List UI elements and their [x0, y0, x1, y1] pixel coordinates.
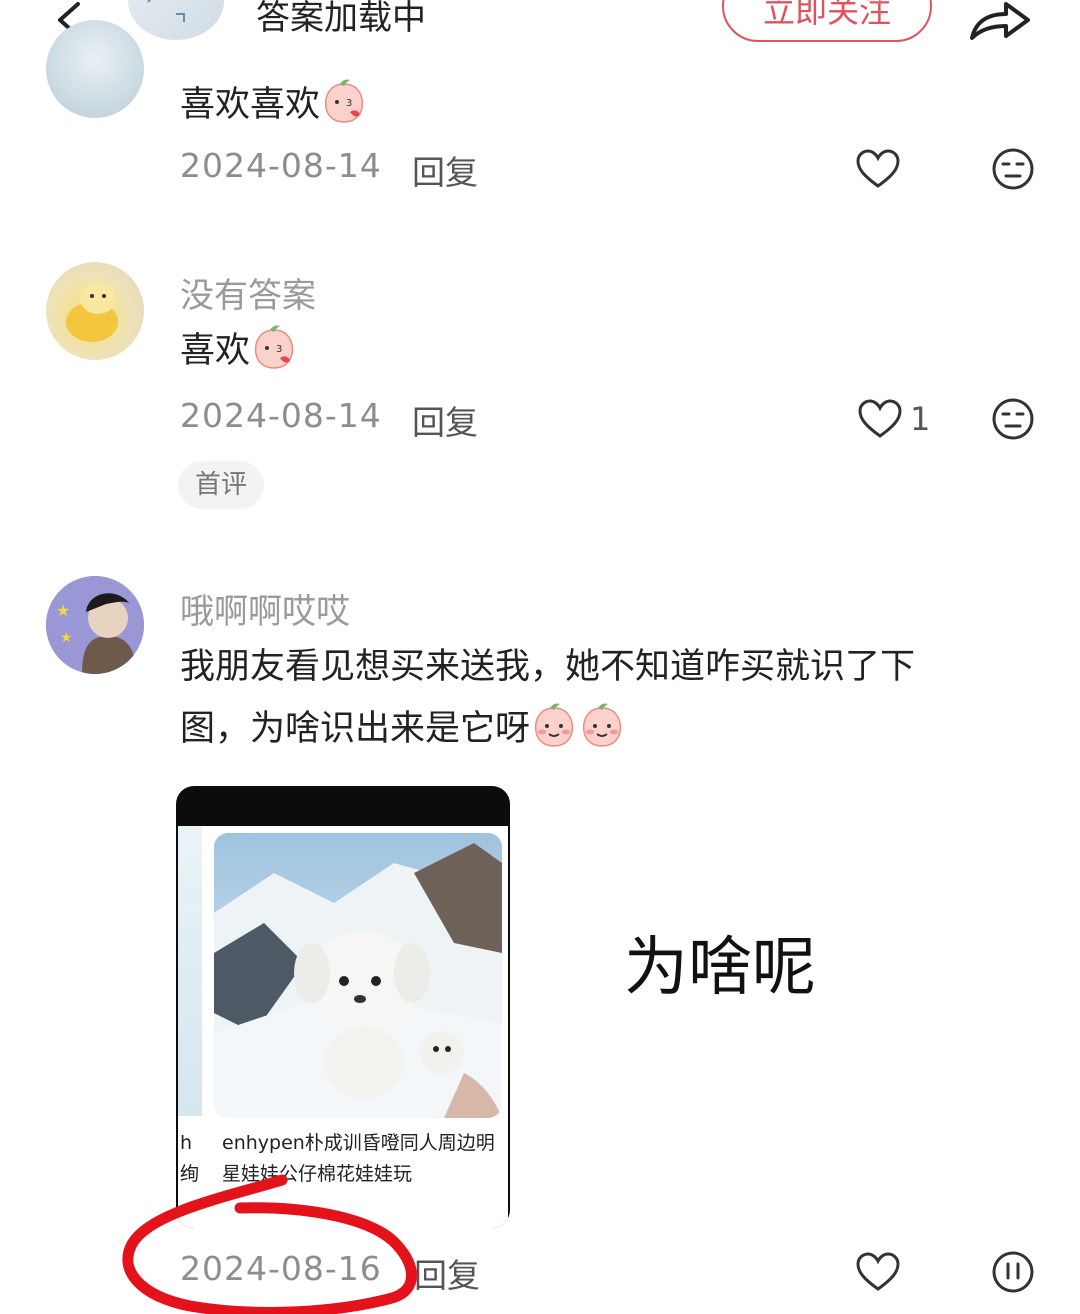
peach-kiss-emoji-icon: 3: [324, 79, 364, 123]
overlay-caption: 为啥呢: [624, 931, 816, 1005]
peach-smile-emoji-icon: [534, 703, 574, 747]
previous-result-strip: [178, 826, 202, 1116]
commenter-name[interactable]: 没有答案: [180, 268, 316, 317]
neutral-face-icon[interactable]: [991, 397, 1035, 441]
comment-text: 喜欢喜欢 3: [180, 74, 368, 136]
commenter-avatar[interactable]: ★ ★: [46, 576, 144, 674]
page-title: 答案加载中: [256, 0, 426, 38]
reply-button[interactable]: 回复: [412, 146, 478, 194]
svg-text:★: ★: [56, 601, 70, 620]
comment-date: 2024-08-14: [180, 396, 382, 435]
peach-kiss-emoji-icon: 3: [254, 325, 294, 369]
heart-icon[interactable]: [856, 149, 900, 189]
product-photo: [214, 833, 502, 1118]
neutral-face-icon[interactable]: [991, 147, 1035, 191]
svg-text:3: 3: [346, 98, 352, 109]
neutral-face-icon[interactable]: [991, 1250, 1035, 1294]
top-bar: 答案加载中 立即关注: [0, 0, 1080, 50]
peach-smile-emoji-icon: [582, 703, 622, 747]
heart-icon[interactable]: [858, 399, 902, 439]
svg-text:★: ★: [60, 630, 73, 646]
comment-date: 2024-08-14: [180, 146, 382, 185]
commenter-avatar[interactable]: [46, 20, 144, 118]
heart-icon[interactable]: [856, 1252, 900, 1292]
comment-date: 2024-08-16: [180, 1249, 382, 1288]
like-count: 1: [910, 400, 931, 438]
follow-button[interactable]: 立即关注: [722, 0, 932, 42]
reply-button[interactable]: 回复: [412, 396, 478, 444]
commenter-name[interactable]: 哦啊啊哎哎: [180, 584, 350, 633]
comment-text: 我朋友看见想买来送我，她不知道咋买就识了下 图，为啥识出来是它呀: [180, 647, 916, 749]
search-result-card: h 绚 enhypen朴成训昏噔同人周边明星娃娃公仔棉花娃娃玩: [178, 826, 508, 1228]
commenter-avatar[interactable]: [46, 262, 144, 360]
first-comment-badge: 首评: [178, 461, 264, 509]
previous-result-caption: h 绚: [180, 1132, 200, 1185]
comment-attached-image[interactable]: h 绚 enhypen朴成训昏噔同人周边明星娃娃公仔棉花娃娃玩: [176, 786, 510, 1228]
author-avatar[interactable]: [128, 0, 224, 40]
comment-text: 喜欢 3: [180, 320, 298, 382]
product-caption: enhypen朴成训昏噔同人周边明星娃娃公仔棉花娃娃玩: [222, 1132, 495, 1185]
svg-text:3: 3: [276, 344, 282, 355]
reply-button[interactable]: 回复: [414, 1249, 480, 1297]
share-icon[interactable]: [966, 0, 1032, 42]
